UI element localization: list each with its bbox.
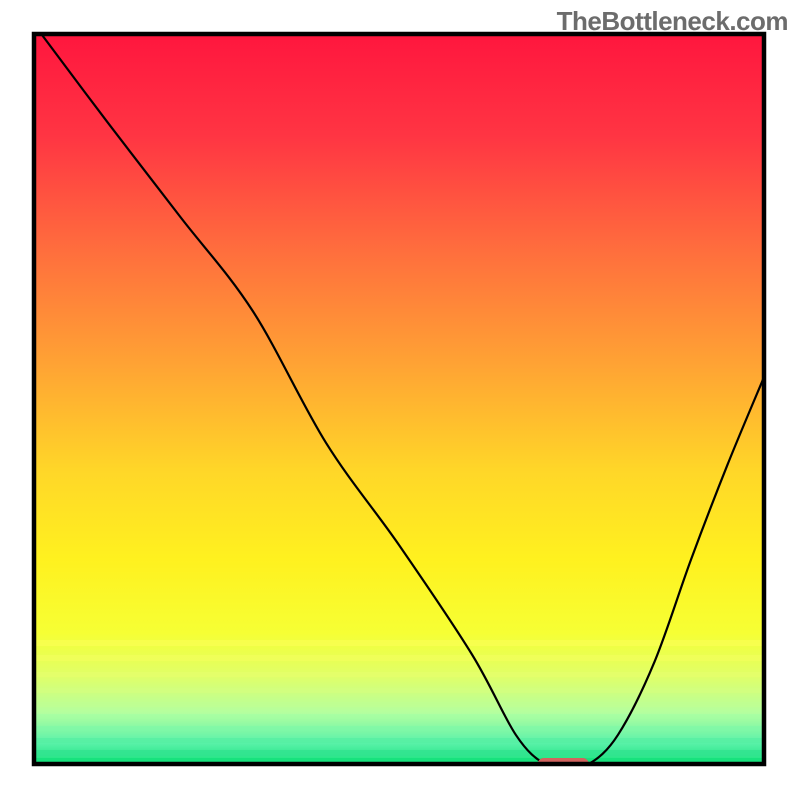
- watermark-text: TheBottleneck.com: [557, 6, 788, 37]
- chart-svg: [0, 0, 800, 800]
- chart-frame: TheBottleneck.com: [0, 0, 800, 800]
- plot-background: [34, 34, 764, 764]
